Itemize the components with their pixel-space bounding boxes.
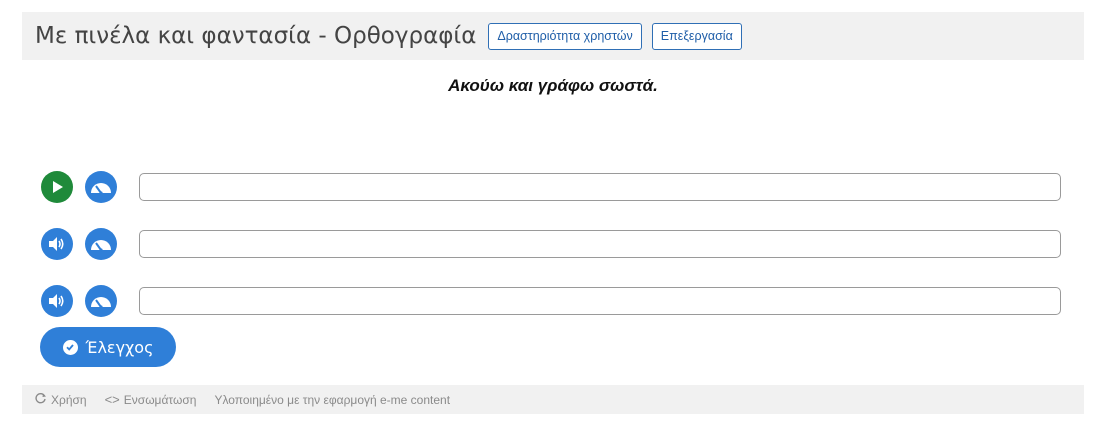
refresh-icon: [34, 392, 47, 408]
reuse-link[interactable]: Χρήση: [34, 392, 87, 408]
dictation-row: [41, 284, 117, 318]
embed-label: Ενσωμάτωση: [123, 392, 197, 407]
slow-speed-button[interactable]: [85, 285, 117, 317]
activity-header: Με πινέλα και φαντασία - Ορθογραφία Δρασ…: [22, 12, 1084, 60]
edit-button[interactable]: Επεξεργασία: [651, 22, 742, 50]
check-circle-icon: [62, 339, 78, 355]
play-button[interactable]: [41, 171, 73, 203]
credit-text: Υλοποιημένο με την εφαρμογή e-me content: [214, 392, 451, 407]
activity-content: Ακούω και γράφω σωστά. Έλεγχος: [22, 60, 1084, 385]
answer-input-1[interactable]: [139, 173, 1061, 201]
activity-frame: Με πινέλα και φαντασία - Ορθογραφία Δρασ…: [22, 12, 1084, 414]
listen-button[interactable]: [41, 285, 73, 317]
answer-input-2[interactable]: [139, 230, 1061, 258]
speedometer-icon: [91, 183, 111, 195]
check-button-label: Έλεγχος: [85, 337, 154, 357]
speedometer-icon: [91, 240, 111, 252]
slow-speed-button[interactable]: [85, 228, 117, 260]
speaker-icon: [49, 294, 64, 308]
activity-footer: Χρήση <> Ενσωμάτωση Υλοποιημένο με την ε…: [22, 385, 1084, 414]
speaker-icon: [49, 237, 64, 251]
page-title: Με πινέλα και φαντασία - Ορθογραφία: [35, 23, 477, 49]
check-button[interactable]: Έλεγχος: [40, 327, 176, 367]
dictation-row: [41, 227, 117, 261]
code-icon: <>: [104, 392, 120, 407]
reuse-label: Χρήση: [51, 392, 87, 407]
slow-speed-button[interactable]: [85, 171, 117, 203]
answer-input-3[interactable]: [139, 287, 1061, 315]
speedometer-icon: [91, 297, 111, 309]
instruction-text: Ακούω και γράφω σωστά.: [448, 76, 658, 95]
listen-button[interactable]: [41, 228, 73, 260]
user-activity-button[interactable]: Δραστηριότητα χρηστών: [488, 22, 642, 50]
embed-link[interactable]: <> Ενσωμάτωση: [105, 392, 197, 407]
play-icon: [53, 181, 63, 193]
dictation-row: [41, 170, 117, 204]
